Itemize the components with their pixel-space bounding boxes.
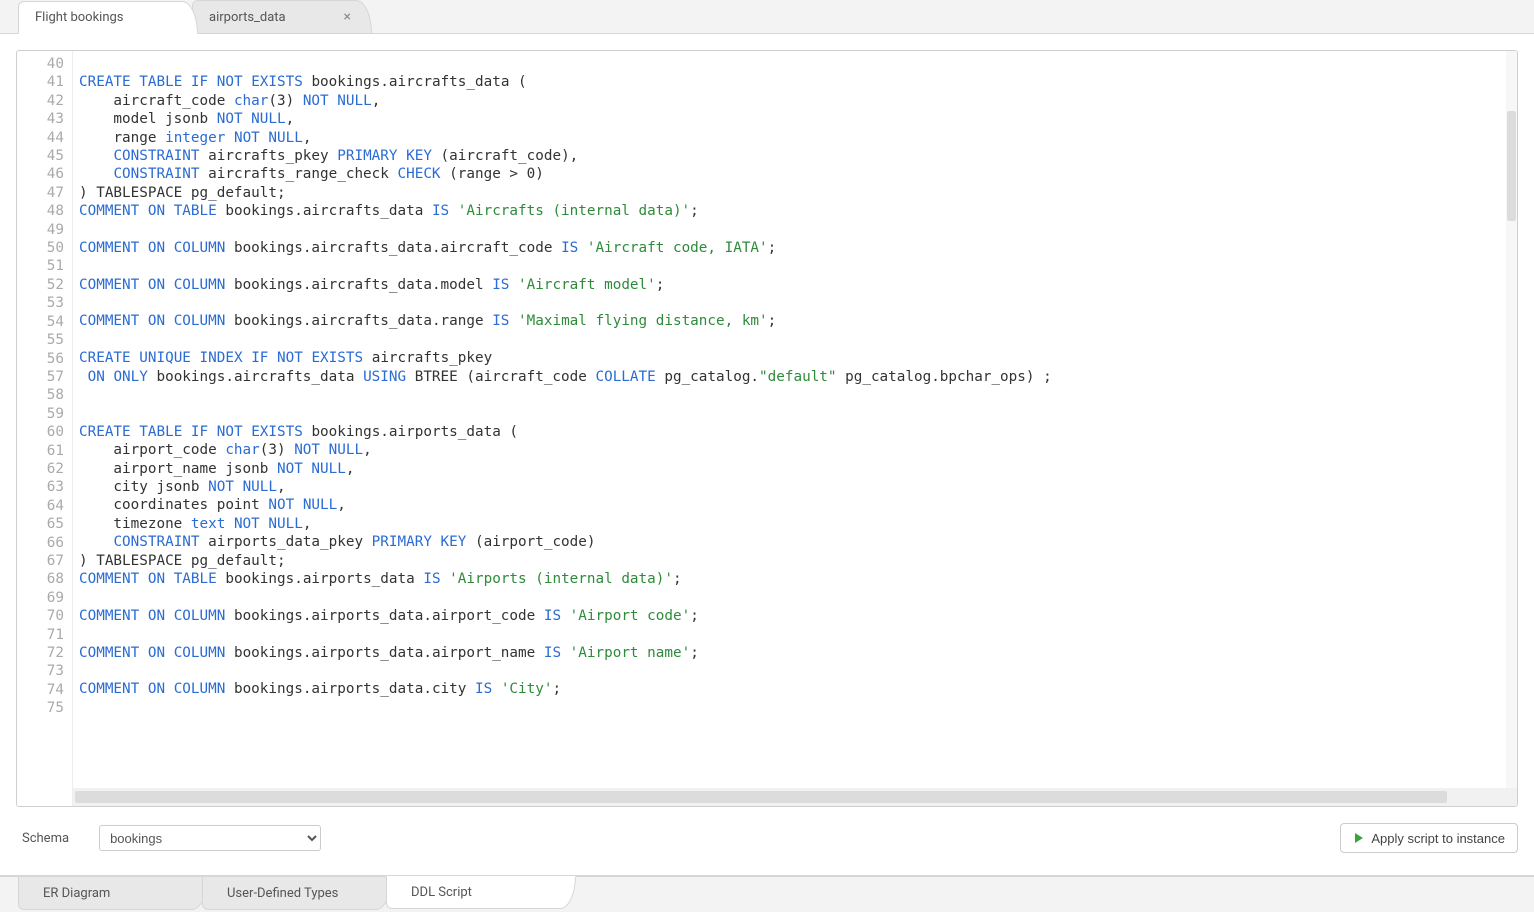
line-number: 41	[17, 73, 64, 91]
play-icon	[1353, 832, 1365, 844]
code-line[interactable]	[79, 404, 1511, 422]
line-number: 66	[17, 534, 64, 552]
code-line[interactable]: timezone text NOT NULL,	[79, 515, 1511, 533]
line-number: 53	[17, 294, 64, 312]
code-line[interactable]: airport_code char(3) NOT NULL,	[79, 441, 1511, 459]
code-line[interactable]: COMMENT ON TABLE bookings.aircrafts_data…	[79, 202, 1511, 220]
scrollbar-thumb[interactable]	[1507, 111, 1516, 221]
line-number: 70	[17, 607, 64, 625]
line-number: 65	[17, 515, 64, 533]
code-line[interactable]: CONSTRAINT aircrafts_pkey PRIMARY KEY (a…	[79, 147, 1511, 165]
code-line[interactable]: ) TABLESPACE pg_default;	[79, 552, 1511, 570]
line-number: 59	[17, 405, 64, 423]
code-line[interactable]: CONSTRAINT airports_data_pkey PRIMARY KE…	[79, 533, 1511, 551]
code-line[interactable]: range integer NOT NULL,	[79, 129, 1511, 147]
code-line[interactable]: COMMENT ON TABLE bookings.airports_data …	[79, 570, 1511, 588]
top-tab[interactable]: Flight bookings	[18, 1, 198, 34]
line-number: 68	[17, 570, 64, 588]
line-number: 69	[17, 589, 64, 607]
line-number-gutter: 4041424344454647484950515253545556575859…	[17, 51, 73, 806]
apply-script-button[interactable]: Apply script to instance	[1340, 823, 1518, 853]
line-number: 58	[17, 386, 64, 404]
bottom-tab[interactable]: DDL Script	[386, 876, 576, 909]
line-number: 71	[17, 626, 64, 644]
code-line[interactable]: model jsonb NOT NULL,	[79, 110, 1511, 128]
code-line[interactable]: COMMENT ON COLUMN bookings.aircrafts_dat…	[79, 239, 1511, 257]
line-number: 45	[17, 147, 64, 165]
line-number: 73	[17, 662, 64, 680]
line-number: 74	[17, 681, 64, 699]
code-line[interactable]	[79, 588, 1511, 606]
line-number: 47	[17, 184, 64, 202]
line-number: 49	[17, 221, 64, 239]
code-line[interactable]: COMMENT ON COLUMN bookings.airports_data…	[79, 680, 1511, 698]
bottom-tab-bar: ER Diagram User-Defined Types DDL Script	[0, 876, 1534, 912]
main-panel: 4041424344454647484950515253545556575859…	[0, 34, 1534, 876]
top-tab[interactable]: airports_data ×	[192, 0, 372, 33]
code-line[interactable]	[79, 662, 1511, 680]
line-number: 48	[17, 202, 64, 220]
line-number: 40	[17, 55, 64, 73]
tab-label: Flight bookings	[35, 10, 124, 25]
line-number: 64	[17, 497, 64, 515]
code-line[interactable]	[79, 55, 1511, 73]
line-number: 56	[17, 350, 64, 368]
code-line[interactable]: COMMENT ON COLUMN bookings.airports_data…	[79, 644, 1511, 662]
code-line[interactable]: CREATE TABLE IF NOT EXISTS bookings.airc…	[79, 73, 1511, 91]
line-number: 67	[17, 552, 64, 570]
code-line[interactable]: CONSTRAINT aircrafts_range_check CHECK (…	[79, 165, 1511, 183]
line-number: 50	[17, 239, 64, 257]
close-icon[interactable]: ×	[344, 9, 351, 25]
editor-horizontal-scrollbar[interactable]	[73, 788, 1517, 806]
code-line[interactable]: airport_name jsonb NOT NULL,	[79, 460, 1511, 478]
code-line[interactable]: CREATE UNIQUE INDEX IF NOT EXISTS aircra…	[79, 349, 1511, 367]
schema-label: Schema	[22, 831, 69, 846]
code-line[interactable]: COMMENT ON COLUMN bookings.aircrafts_dat…	[79, 276, 1511, 294]
line-number: 52	[17, 276, 64, 294]
tab-label: airports_data	[209, 10, 286, 25]
editor-vertical-scrollbar[interactable]	[1506, 51, 1517, 788]
tab-label: ER Diagram	[43, 886, 110, 901]
line-number: 75	[17, 699, 64, 717]
scrollbar-thumb[interactable]	[75, 791, 1447, 803]
line-number: 72	[17, 644, 64, 662]
editor-footer: Schema bookings Apply script to instance	[16, 807, 1518, 859]
code-line[interactable]	[79, 294, 1511, 312]
code-line[interactable]: ) TABLESPACE pg_default;	[79, 184, 1511, 202]
code-line[interactable]: coordinates point NOT NULL,	[79, 496, 1511, 514]
bottom-tab[interactable]: User-Defined Types	[202, 877, 392, 910]
code-line[interactable]	[79, 699, 1511, 717]
line-number: 51	[17, 257, 64, 275]
apply-script-label: Apply script to instance	[1371, 831, 1505, 846]
code-line[interactable]: COMMENT ON COLUMN bookings.aircrafts_dat…	[79, 312, 1511, 330]
tab-label: DDL Script	[411, 885, 472, 900]
bottom-tab[interactable]: ER Diagram	[18, 877, 208, 910]
top-tab-bar: Flight bookings airports_data ×	[0, 0, 1534, 34]
line-number: 44	[17, 129, 64, 147]
line-number: 60	[17, 423, 64, 441]
code-line[interactable]: COMMENT ON COLUMN bookings.airports_data…	[79, 607, 1511, 625]
line-number: 54	[17, 313, 64, 331]
code-line[interactable]: aircraft_code char(3) NOT NULL,	[79, 92, 1511, 110]
line-number: 63	[17, 478, 64, 496]
code-line[interactable]	[79, 625, 1511, 643]
schema-select[interactable]: bookings	[99, 825, 321, 851]
line-number: 46	[17, 165, 64, 183]
tab-label: User-Defined Types	[227, 886, 338, 901]
code-editor[interactable]: 4041424344454647484950515253545556575859…	[16, 50, 1518, 807]
code-line[interactable]	[79, 331, 1511, 349]
code-content[interactable]: CREATE TABLE IF NOT EXISTS bookings.airc…	[73, 51, 1517, 806]
line-number: 61	[17, 442, 64, 460]
code-line[interactable]	[79, 221, 1511, 239]
code-line[interactable]: CREATE TABLE IF NOT EXISTS bookings.airp…	[79, 423, 1511, 441]
line-number: 62	[17, 460, 64, 478]
code-line[interactable]: city jsonb NOT NULL,	[79, 478, 1511, 496]
code-line[interactable]	[79, 257, 1511, 275]
line-number: 43	[17, 110, 64, 128]
line-number: 57	[17, 368, 64, 386]
code-line[interactable]	[79, 386, 1511, 404]
line-number: 42	[17, 92, 64, 110]
code-line[interactable]: ON ONLY bookings.aircrafts_data USING BT…	[79, 368, 1511, 386]
line-number: 55	[17, 331, 64, 349]
